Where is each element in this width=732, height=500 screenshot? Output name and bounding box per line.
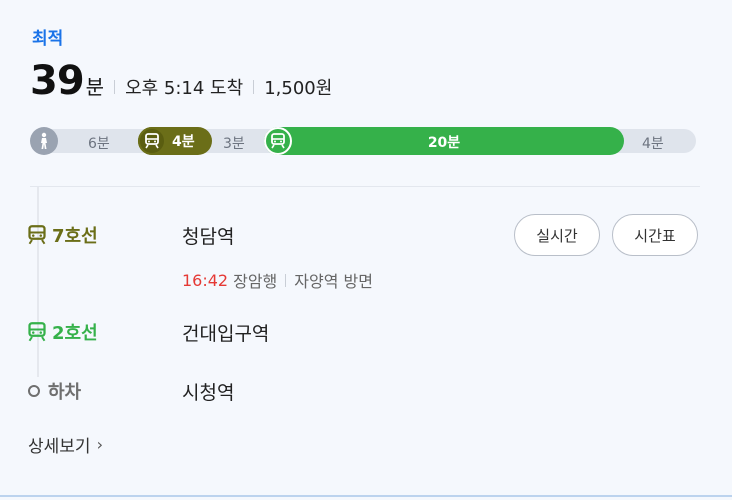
card-bottom-border	[0, 495, 732, 497]
transfer-station[interactable]: 건대입구역	[182, 319, 269, 346]
train-direction: 자양역 방면	[294, 272, 373, 291]
route-timeline-bar: 6분 4분 3분 20분 4분	[30, 127, 696, 155]
total-duration-value: 39	[30, 58, 85, 104]
route-card[interactable]: 최적 39 분 오후 5:14 도착 1,500원 6분 4분 3분 20분 4…	[0, 0, 732, 500]
subway-icon	[28, 225, 46, 245]
step-alight: 하차	[28, 378, 81, 404]
details-link[interactable]: 상세보기 ›	[28, 432, 103, 457]
step-line2: 2호선	[28, 319, 98, 345]
realtime-button[interactable]: 실시간	[514, 214, 600, 256]
walk-start-duration: 6분	[88, 136, 110, 152]
separator	[285, 273, 287, 287]
subway-icon	[28, 322, 46, 342]
divider	[30, 186, 700, 187]
separator	[253, 80, 255, 94]
train-destination: 장암행	[233, 272, 278, 291]
alight-dot-icon	[28, 385, 40, 397]
departure-time: 16:42	[182, 270, 229, 290]
best-route-badge: 최적	[32, 29, 64, 49]
line2-duration: 20분	[427, 135, 461, 151]
line-name: 2호선	[52, 323, 98, 344]
line2-segment: 20분	[264, 127, 624, 155]
line7-segment: 4분	[138, 127, 212, 155]
boarding-station[interactable]: 청담역	[182, 222, 234, 249]
subway-icon	[138, 127, 166, 155]
separator	[114, 80, 116, 94]
transfer-duration: 3분	[223, 136, 245, 152]
route-summary: 39 분 오후 5:14 도착 1,500원	[30, 58, 332, 106]
arrival-time: 오후 5:14 도착	[125, 78, 244, 99]
departure-info: 16:42 장암행 자양역 방면	[182, 268, 373, 292]
chevron-right-icon: ›	[96, 435, 103, 454]
walk-end-duration: 4분	[642, 136, 664, 152]
line-name: 7호선	[52, 226, 98, 247]
timetable-button[interactable]: 시간표	[612, 214, 698, 256]
alight-station[interactable]: 시청역	[182, 378, 234, 405]
fare: 1,500원	[264, 78, 333, 99]
line7-duration: 4분	[172, 134, 195, 150]
step-connector-line	[37, 187, 39, 377]
walk-icon	[30, 127, 58, 155]
details-label: 상세보기	[28, 437, 91, 457]
total-duration-unit: 분	[85, 75, 105, 99]
step-line7: 7호선	[28, 222, 98, 248]
alight-label: 하차	[48, 382, 82, 403]
